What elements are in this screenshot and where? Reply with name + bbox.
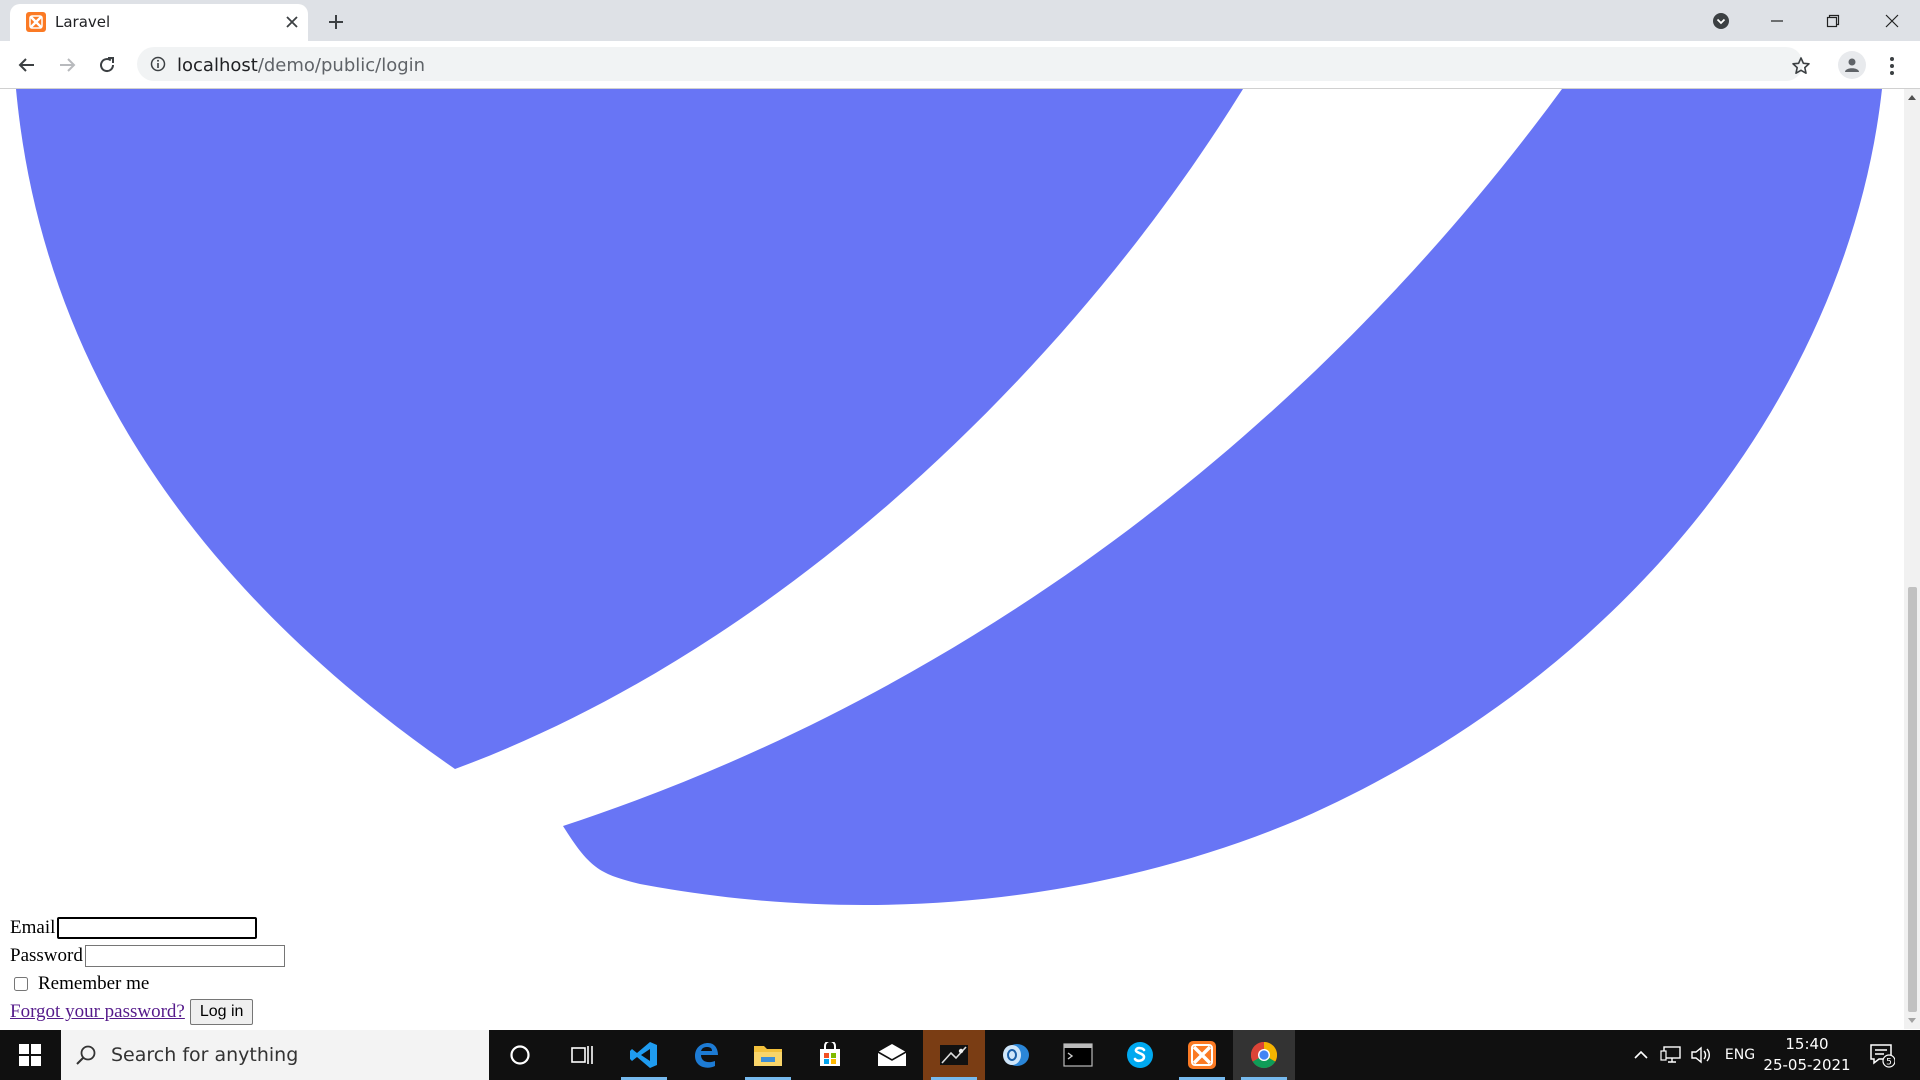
- xampp-icon[interactable]: [1171, 1030, 1233, 1080]
- browser-tabstrip: Laravel: [0, 0, 1920, 41]
- close-window-icon[interactable]: [1864, 0, 1920, 41]
- outlook-icon[interactable]: [985, 1030, 1047, 1080]
- remember-me-checkbox[interactable]: [14, 977, 28, 991]
- language-indicator[interactable]: ENG: [1720, 1030, 1760, 1080]
- taskbar-clock[interactable]: 15:40 25-05-2021: [1762, 1034, 1852, 1076]
- taskbar-search-box[interactable]: Search for anything: [61, 1030, 489, 1080]
- scroll-up-arrow-icon[interactable]: [1904, 89, 1920, 105]
- clock-date: 25-05-2021: [1763, 1056, 1851, 1074]
- media-app-icon[interactable]: [923, 1030, 985, 1080]
- tab-title: Laravel: [55, 13, 111, 31]
- page-viewport: Email Password Remember me Forgot your p…: [0, 89, 1904, 1029]
- notification-center-icon[interactable]: 5: [1862, 1030, 1902, 1080]
- restore-icon[interactable]: [1805, 0, 1861, 41]
- minimize-icon[interactable]: [1749, 0, 1805, 41]
- scroll-thumb[interactable]: [1908, 587, 1917, 1012]
- terminal-icon[interactable]: [1047, 1030, 1109, 1080]
- remember-me-label: Remember me: [38, 973, 150, 994]
- password-label: Password: [10, 945, 83, 966]
- edge-icon[interactable]: [675, 1030, 737, 1080]
- forgot-password-link[interactable]: Forgot your password?: [10, 1001, 185, 1023]
- url-path: /demo/public/login: [257, 55, 426, 76]
- tray-chevron-icon[interactable]: [1630, 1030, 1652, 1080]
- bookmark-star-icon[interactable]: [1788, 53, 1814, 79]
- tab-close-icon[interactable]: [280, 10, 304, 34]
- account-avatar-icon[interactable]: [1838, 51, 1866, 79]
- login-form: Email Password Remember me Forgot your p…: [10, 914, 285, 1026]
- volume-icon[interactable]: [1688, 1030, 1714, 1080]
- actions-row: Forgot your password? Log in: [10, 998, 285, 1026]
- email-input[interactable]: [57, 917, 258, 939]
- reload-icon[interactable]: [92, 50, 122, 80]
- task-view-icon[interactable]: [551, 1030, 613, 1080]
- search-icon: [76, 1045, 96, 1065]
- browser-menu-icon[interactable]: [1880, 53, 1904, 79]
- address-bar[interactable]: localhost/demo/public/login: [137, 47, 1803, 81]
- windows-start-icon[interactable]: [0, 1030, 60, 1080]
- site-info-icon[interactable]: [149, 55, 167, 73]
- windows-taskbar: Search for anything ENG 15:40 25-05-2021…: [0, 1030, 1920, 1080]
- browser-tab[interactable]: Laravel: [10, 4, 308, 41]
- skype-icon[interactable]: [1109, 1030, 1171, 1080]
- new-tab-plus-icon[interactable]: [322, 8, 350, 36]
- tab-search-icon[interactable]: [1710, 10, 1732, 32]
- remember-row: Remember me: [10, 970, 285, 998]
- email-row: Email: [10, 914, 285, 942]
- url-text: localhost/demo/public/login: [177, 55, 425, 76]
- email-label: Email: [10, 917, 56, 938]
- scroll-down-arrow-icon[interactable]: [1904, 1013, 1920, 1029]
- store-icon[interactable]: [799, 1030, 861, 1080]
- jetstream-logo-graphic: [16, 89, 1882, 905]
- cortana-icon[interactable]: [489, 1030, 551, 1080]
- chrome-icon[interactable]: [1233, 1030, 1295, 1080]
- mail-icon[interactable]: [861, 1030, 923, 1080]
- password-row: Password: [10, 942, 285, 970]
- login-button[interactable]: Log in: [189, 999, 254, 1025]
- url-host: localhost: [177, 55, 258, 76]
- notification-count: 5: [1886, 1058, 1892, 1068]
- password-input[interactable]: [84, 945, 285, 967]
- network-icon[interactable]: [1658, 1030, 1684, 1080]
- vscode-icon[interactable]: [613, 1030, 675, 1080]
- forward-arrow-icon[interactable]: [52, 50, 82, 80]
- search-placeholder: Search for anything: [111, 1044, 299, 1066]
- back-arrow-icon[interactable]: [12, 50, 42, 80]
- page-scrollbar[interactable]: [1904, 89, 1920, 1029]
- file-explorer-icon[interactable]: [737, 1030, 799, 1080]
- clock-time: 15:40: [1785, 1035, 1829, 1053]
- xampp-favicon-icon: [26, 12, 46, 32]
- browser-toolbar: localhost/demo/public/login: [0, 41, 1920, 89]
